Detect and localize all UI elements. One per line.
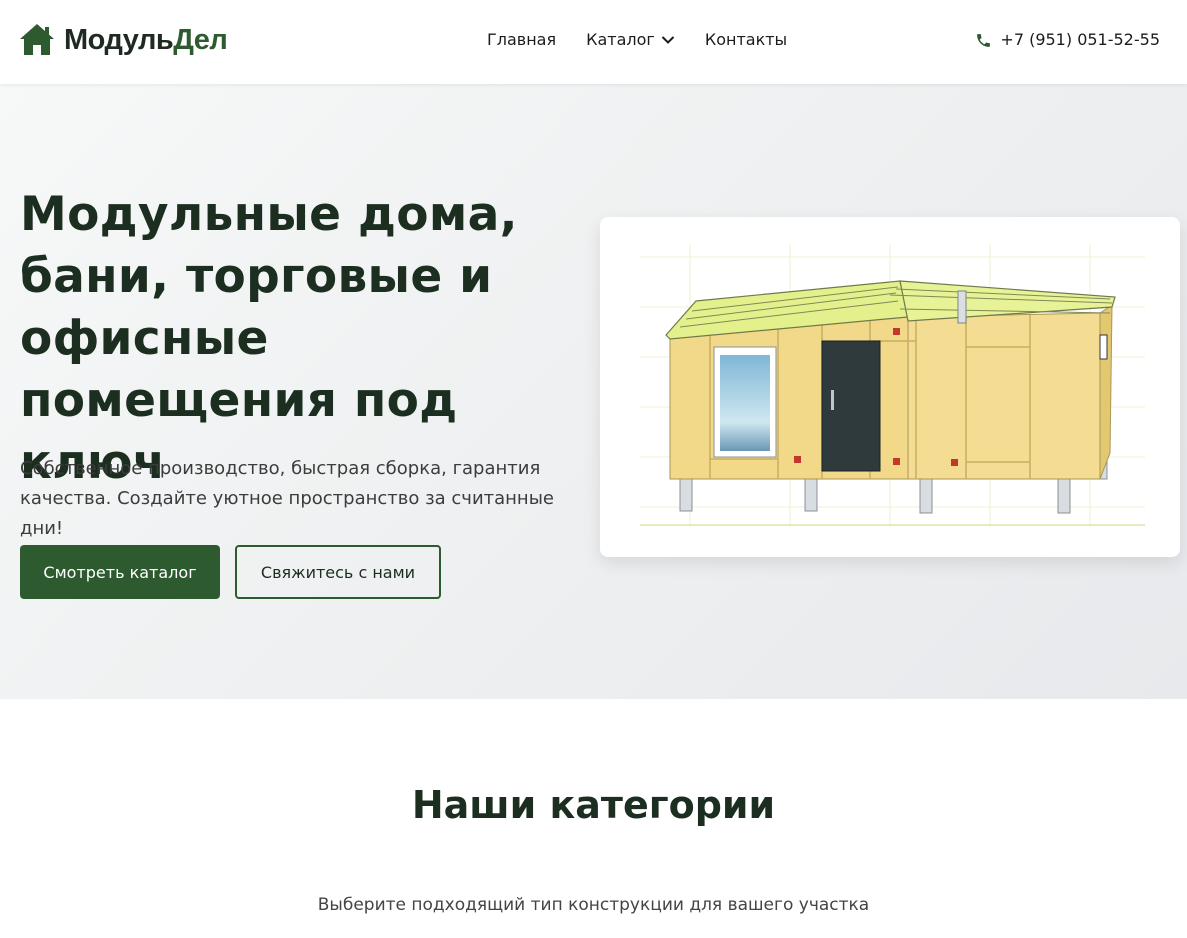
- nav-item-contacts[interactable]: Контакты: [705, 29, 787, 51]
- view-catalog-button[interactable]: Смотреть каталог: [20, 545, 220, 599]
- house-icon: [20, 24, 54, 55]
- phone-icon: [977, 33, 991, 47]
- categories-title: Наши категории: [411, 783, 776, 827]
- contact-us-button[interactable]: Свяжитесь с нами: [235, 545, 441, 599]
- nav-item-label: Контакты: [704, 30, 788, 49]
- modular-building-drawing: [640, 245, 1145, 527]
- logo[interactable]: МодульДел: [18, 22, 228, 58]
- phone-link[interactable]: +7 (951) 051-52-55: [975, 29, 1160, 51]
- hero-image: [600, 217, 1180, 557]
- hero-section: Модульные дома, бани, торговые и офисные…: [0, 84, 1187, 699]
- chevron-down-icon: [661, 36, 675, 44]
- nav-item-label: Каталог: [586, 30, 655, 49]
- main-nav: Главная Каталог Контакты: [487, 29, 787, 51]
- site-header: МодульДел Главная Каталог Контакты +7 (9…: [0, 0, 1187, 84]
- categories-subtitle: Выберите подходящий тип конструкции для …: [317, 895, 870, 915]
- nav-item-label: Главная: [487, 30, 557, 49]
- hero-title: Модульные дома, бани, торговые и офисные…: [20, 187, 518, 490]
- phone-number: +7 (951) 051-52-55: [1000, 30, 1160, 49]
- brand-name: МодульДел: [64, 22, 228, 58]
- nav-item-home[interactable]: Главная: [487, 29, 556, 51]
- hero-subtitle: Собственное производство, быстрая сборка…: [20, 458, 554, 539]
- brand-name-part1: Модуль: [64, 24, 174, 56]
- nav-item-catalog[interactable]: Каталог: [586, 29, 675, 51]
- brand-name-part2: Дел: [173, 24, 228, 56]
